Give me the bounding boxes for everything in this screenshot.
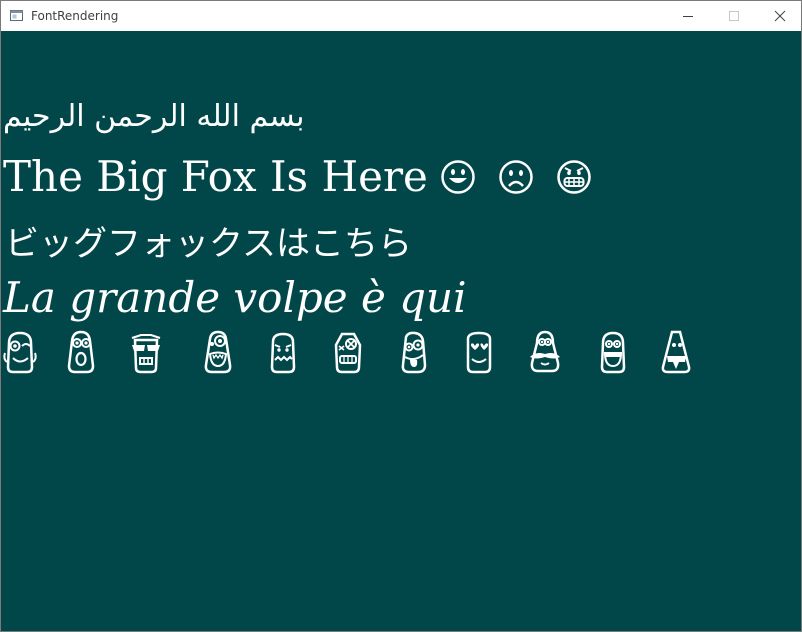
minimize-button[interactable]	[665, 1, 711, 31]
screaming-creature-icon	[204, 330, 232, 374]
english-text: The Big Fox Is Here	[3, 152, 428, 201]
close-button[interactable]	[757, 1, 802, 31]
maximize-button[interactable]	[711, 1, 757, 31]
tongue-out-creature-icon	[401, 331, 427, 374]
italian-text-line: La grande volpe è qui	[3, 273, 467, 322]
japanese-text-line: ビッグフォックスはこちら	[5, 224, 412, 264]
arabic-text-line: بسم الله الرحمن الرحيم	[3, 99, 305, 134]
winking-creature-icon	[3, 331, 37, 374]
mustache-creature-icon	[530, 330, 560, 373]
english-text-line: The Big Fox Is Here	[3, 152, 592, 201]
grimacing-face-icon	[557, 160, 591, 194]
love-creature-icon	[466, 331, 492, 374]
app-window: FontRendering بسم الله الرحمن الرحيم The…	[0, 0, 802, 632]
maximize-icon	[729, 11, 739, 21]
close-icon	[774, 10, 786, 22]
minimize-icon	[683, 16, 693, 17]
dizzy-creature-icon	[334, 332, 362, 374]
sunglasses-creature-icon	[131, 334, 161, 374]
window-title: FontRendering	[31, 9, 119, 23]
shouting-creature-icon	[600, 331, 626, 374]
render-canvas: بسم الله الرحمن الرحيم The Big Fox Is He…	[1, 31, 801, 631]
cone-head-creature-icon	[661, 330, 691, 374]
app-window-icon	[10, 10, 23, 21]
title-bar[interactable]: FontRendering	[1, 1, 801, 31]
frowning-face-icon	[499, 160, 533, 194]
nervous-creature-icon	[270, 332, 296, 374]
grinning-face-icon	[441, 160, 475, 194]
surprised-creature-icon	[67, 330, 95, 374]
